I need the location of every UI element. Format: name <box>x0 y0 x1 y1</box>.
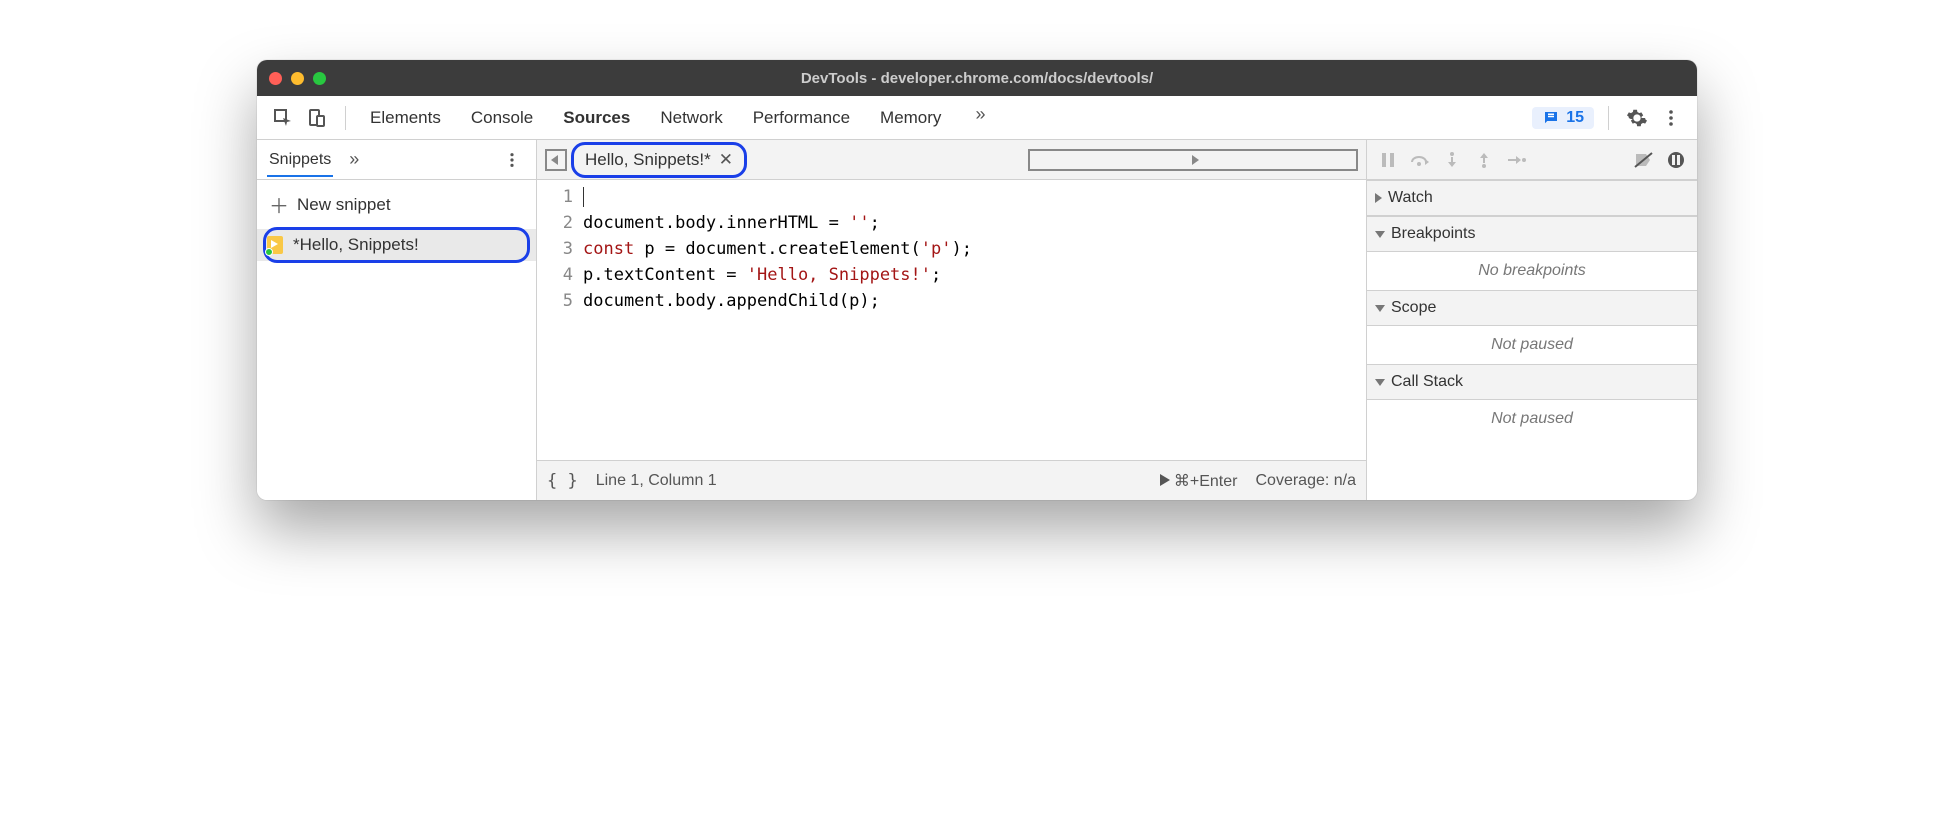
breakpoints-body: No breakpoints <box>1367 252 1697 290</box>
chevron-down-icon <box>1375 379 1385 386</box>
debugger-panel: Watch Breakpoints No breakpoints Scope N… <box>1367 140 1697 500</box>
new-snippet-button[interactable]: ＋ New snippet <box>257 180 536 229</box>
deactivate-breakpoints-icon[interactable] <box>1633 149 1655 171</box>
tab-network[interactable]: Network <box>658 100 724 136</box>
editor-tab[interactable]: Hello, Snippets!* ✕ <box>575 146 743 174</box>
separator <box>345 106 346 130</box>
tab-memory[interactable]: Memory <box>878 100 943 136</box>
window-title: DevTools - developer.chrome.com/docs/dev… <box>801 70 1153 87</box>
step-out-icon[interactable] <box>1473 149 1495 171</box>
device-toolbar-icon[interactable] <box>303 104 331 132</box>
window-controls <box>269 72 326 85</box>
fullscreen-window-button[interactable] <box>313 72 326 85</box>
more-navigator-tabs-icon[interactable]: » <box>343 145 365 174</box>
editor-tabbar: Hello, Snippets!* ✕ <box>537 140 1366 180</box>
editor-column: Hello, Snippets!* ✕ 12345 document.body.… <box>537 140 1367 500</box>
navigator-menu-icon[interactable] <box>498 146 526 174</box>
cursor-position: Line 1, Column 1 <box>596 472 717 490</box>
section-watch[interactable]: Watch <box>1367 180 1697 216</box>
pause-icon[interactable] <box>1377 149 1399 171</box>
callstack-body: Not paused <box>1367 400 1697 438</box>
nav-back-icon[interactable] <box>545 149 567 171</box>
snippet-item[interactable]: *Hello, Snippets! <box>257 229 536 261</box>
tab-snippets[interactable]: Snippets <box>267 143 333 177</box>
section-callstack[interactable]: Call Stack <box>1367 364 1697 400</box>
tab-performance[interactable]: Performance <box>751 100 852 136</box>
code-area[interactable]: document.body.innerHTML = ''; const p = … <box>583 184 1366 460</box>
coverage-status: Coverage: n/a <box>1255 472 1356 490</box>
snippet-file-icon <box>267 236 285 254</box>
snippet-name: *Hello, Snippets! <box>293 235 419 255</box>
titlebar: DevTools - developer.chrome.com/docs/dev… <box>257 60 1697 96</box>
close-window-button[interactable] <box>269 72 282 85</box>
pause-on-exceptions-icon[interactable] <box>1665 149 1687 171</box>
run-snippet-button[interactable]: ⌘+Enter <box>1160 471 1238 491</box>
pretty-print-icon[interactable]: { } <box>547 471 578 491</box>
tab-sources[interactable]: Sources <box>561 100 632 136</box>
settings-icon[interactable] <box>1623 104 1651 132</box>
close-tab-icon[interactable]: ✕ <box>719 150 733 170</box>
nav-forward-icon[interactable] <box>1028 149 1358 171</box>
section-breakpoints[interactable]: Breakpoints <box>1367 216 1697 252</box>
line-gutter: 12345 <box>537 184 583 460</box>
sources-panel: Snippets » ＋ New snippet *Hello, Snippet… <box>257 140 1697 500</box>
navigator-sidebar: Snippets » ＋ New snippet *Hello, Snippet… <box>257 140 537 500</box>
chevron-down-icon <box>1375 231 1385 238</box>
section-scope[interactable]: Scope <box>1367 290 1697 326</box>
play-icon <box>1160 474 1170 486</box>
debugger-toolbar <box>1367 140 1697 180</box>
new-snippet-label: New snippet <box>297 195 391 215</box>
separator <box>1608 106 1609 130</box>
editor-statusbar: { } Line 1, Column 1 ⌘+Enter Coverage: n… <box>537 460 1366 500</box>
chevron-down-icon <box>1375 305 1385 312</box>
step-icon[interactable] <box>1505 149 1527 171</box>
issues-button[interactable]: 15 <box>1532 107 1594 129</box>
minimize-window-button[interactable] <box>291 72 304 85</box>
tab-elements[interactable]: Elements <box>368 100 443 136</box>
editor-tab-label: Hello, Snippets!* <box>585 150 711 170</box>
more-tabs-icon[interactable]: » <box>969 100 991 136</box>
devtools-topbar: Elements Console Sources Network Perform… <box>257 96 1697 140</box>
devtools-window: DevTools - developer.chrome.com/docs/dev… <box>257 60 1697 500</box>
code-editor[interactable]: 12345 document.body.innerHTML = ''; cons… <box>537 180 1366 460</box>
tab-console[interactable]: Console <box>469 100 535 136</box>
kebab-menu-icon[interactable] <box>1657 104 1685 132</box>
step-into-icon[interactable] <box>1441 149 1463 171</box>
panel-tabs: Elements Console Sources Network Perform… <box>368 100 1526 136</box>
scope-body: Not paused <box>1367 326 1697 364</box>
navigator-tabs: Snippets » <box>257 140 536 180</box>
plus-icon: ＋ <box>269 190 289 219</box>
issues-count: 15 <box>1566 109 1584 127</box>
step-over-icon[interactable] <box>1409 149 1431 171</box>
inspect-element-icon[interactable] <box>269 104 297 132</box>
chevron-right-icon <box>1375 193 1382 203</box>
